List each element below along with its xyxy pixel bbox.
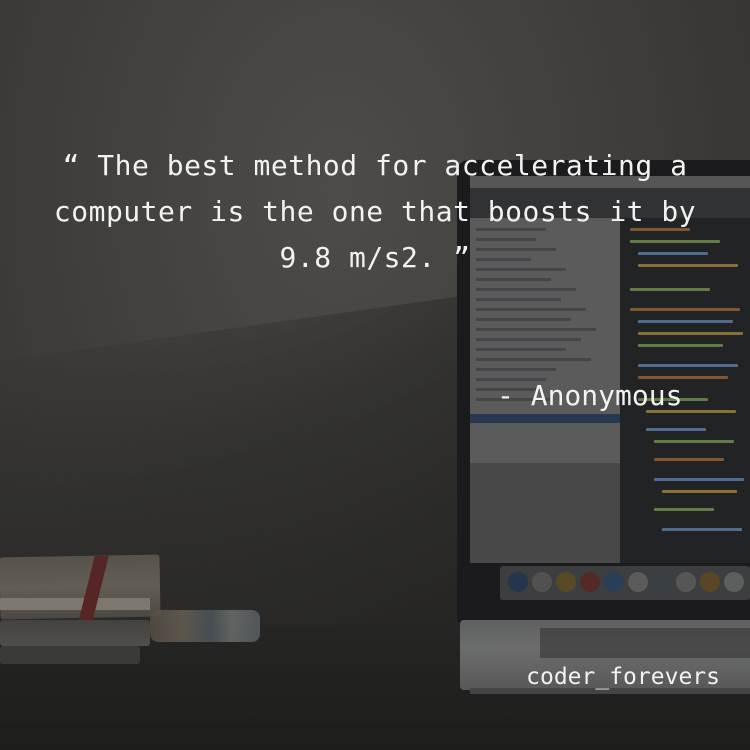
dim-overlay — [0, 0, 750, 750]
quote-author: - Anonymous — [497, 379, 683, 412]
background-photo: “ The best method for accelerating a com… — [0, 0, 750, 750]
quote-line-2: computer is the one that boosts it by — [53, 195, 697, 228]
quote-line-3: 9.8 m/s2. ” — [279, 241, 471, 274]
account-handle: coder_forevers — [526, 664, 720, 690]
quote-line-1: “ The best method for accelerating a — [62, 149, 688, 182]
quote-text: “ The best method for accelerating a com… — [20, 143, 730, 281]
